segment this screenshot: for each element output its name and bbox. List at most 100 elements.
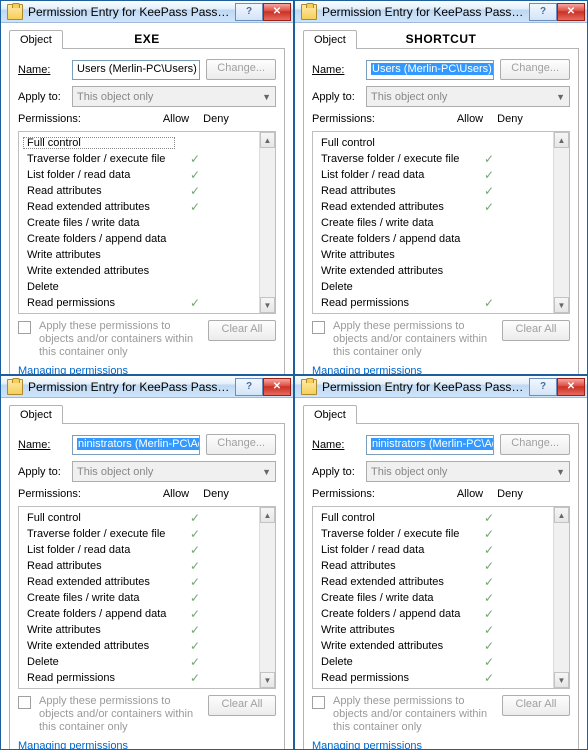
apply-to-dropdown[interactable]: This object only▼	[366, 86, 570, 107]
close-button[interactable]: ✕	[263, 378, 291, 396]
scrollbar[interactable]: ▲▼	[553, 132, 569, 313]
allow-checkbox[interactable]: ✓	[469, 511, 509, 525]
allow-checkbox[interactable]: ✓	[175, 200, 215, 214]
scroll-down-button[interactable]: ▼	[260, 297, 275, 313]
permissions-list: Full controlTraverse folder / execute fi…	[312, 131, 570, 314]
help-button[interactable]: ?	[529, 3, 557, 21]
allow-checkbox[interactable]: ✓	[175, 559, 215, 573]
scroll-up-button[interactable]: ▲	[260, 132, 275, 148]
name-input[interactable]: ninistrators (Merlin-PC\Administrators)	[366, 435, 494, 455]
allow-checkbox[interactable]: ✓	[469, 623, 509, 637]
allow-checkbox[interactable]: ✓	[469, 184, 509, 198]
allow-checkbox[interactable]: ✓	[469, 639, 509, 653]
object-panel: Name:Users (Merlin-PC\Users)Change...App…	[303, 49, 579, 375]
allow-checkbox[interactable]: ✓	[175, 671, 215, 685]
permission-name: Write extended attributes	[23, 640, 175, 652]
allow-checkbox[interactable]: ✓	[175, 511, 215, 525]
change-button[interactable]: Change...	[500, 434, 570, 455]
name-input[interactable]: Users (Merlin-PC\Users)	[72, 60, 200, 80]
allow-checkbox[interactable]: ✓	[469, 607, 509, 621]
close-button[interactable]: ✕	[263, 3, 291, 21]
titlebar[interactable]: Permission Entry for KeePass Password Sa…	[1, 376, 293, 398]
name-input[interactable]: Users (Merlin-PC\Users)	[366, 60, 494, 80]
allow-checkbox[interactable]: ✓	[175, 655, 215, 669]
name-input[interactable]: ninistrators (Merlin-PC\Administrators)	[72, 435, 200, 455]
allow-checkbox[interactable]: ✓	[175, 296, 215, 310]
titlebar[interactable]: Permission Entry for KeePass Password Sa…	[295, 1, 587, 23]
scrollbar[interactable]: ▲▼	[553, 507, 569, 688]
dialog-body: ObjectEXEName:Users (Merlin-PC\Users)Cha…	[1, 23, 293, 375]
allow-checkbox[interactable]: ✓	[469, 152, 509, 166]
permission-row: Write extended attributes	[317, 263, 549, 278]
clear-all-button[interactable]: Clear All	[502, 695, 570, 716]
allow-checkbox[interactable]: ✓	[175, 543, 215, 557]
permission-name: Read permissions	[23, 672, 175, 684]
allow-checkbox[interactable]: ✓	[175, 527, 215, 541]
tab-object[interactable]: Object	[303, 405, 357, 424]
managing-permissions-link[interactable]: Managing permissions	[312, 365, 422, 375]
scroll-up-button[interactable]: ▲	[260, 507, 275, 523]
allow-checkbox[interactable]: ✓	[469, 591, 509, 605]
scroll-down-button[interactable]: ▼	[554, 297, 569, 313]
scroll-up-button[interactable]: ▲	[554, 507, 569, 523]
deny-header: Deny	[490, 113, 530, 125]
allow-checkbox[interactable]: ✓	[469, 527, 509, 541]
titlebar[interactable]: Permission Entry for KeePass Password Sa…	[1, 1, 293, 23]
scroll-down-button[interactable]: ▼	[260, 672, 275, 688]
allow-checkbox[interactable]: ✓	[175, 152, 215, 166]
titlebar[interactable]: Permission Entry for KeePass Password Sa…	[295, 376, 587, 398]
change-button[interactable]: Change...	[206, 434, 276, 455]
clear-all-button[interactable]: Clear All	[208, 320, 276, 341]
clear-all-button[interactable]: Clear All	[502, 320, 570, 341]
apply-to-dropdown[interactable]: This object only▼	[366, 461, 570, 482]
close-button[interactable]: ✕	[557, 378, 585, 396]
scroll-down-button[interactable]: ▼	[554, 672, 569, 688]
allow-checkbox[interactable]: ✓	[469, 543, 509, 557]
scrollbar[interactable]: ▲▼	[259, 507, 275, 688]
managing-permissions-link[interactable]: Managing permissions	[18, 740, 128, 750]
allow-checkbox[interactable]: ✓	[175, 575, 215, 589]
permission-row: List folder / read data✓	[23, 542, 255, 557]
scroll-up-button[interactable]: ▲	[554, 132, 569, 148]
change-button[interactable]: Change...	[500, 59, 570, 80]
change-button[interactable]: Change...	[206, 59, 276, 80]
allow-checkbox[interactable]: ✓	[469, 296, 509, 310]
allow-checkbox[interactable]: ✓	[175, 591, 215, 605]
close-button[interactable]: ✕	[557, 3, 585, 21]
permission-row: List folder / read data✓	[317, 542, 549, 557]
clear-all-button[interactable]: Clear All	[208, 695, 276, 716]
allow-checkbox[interactable]: ✓	[469, 200, 509, 214]
allow-checkbox[interactable]: ✓	[175, 623, 215, 637]
allow-checkbox[interactable]: ✓	[175, 168, 215, 182]
scrollbar[interactable]: ▲▼	[259, 132, 275, 313]
allow-checkbox[interactable]: ✓	[469, 671, 509, 685]
allow-checkbox[interactable]: ✓	[469, 655, 509, 669]
permission-name: Full control	[317, 137, 469, 149]
allow-checkbox[interactable]: ✓	[175, 607, 215, 621]
help-button[interactable]: ?	[235, 378, 263, 396]
permission-row: Traverse folder / execute file✓	[23, 151, 255, 166]
tab-object[interactable]: Object	[9, 405, 63, 424]
apply-to-dropdown[interactable]: This object only▼	[72, 86, 276, 107]
permission-row: Read attributes✓	[317, 558, 549, 573]
permission-name: Write attributes	[317, 624, 469, 636]
allow-checkbox[interactable]: ✓	[175, 639, 215, 653]
allow-checkbox[interactable]: ✓	[469, 559, 509, 573]
allow-checkbox[interactable]: ✓	[469, 575, 509, 589]
managing-permissions-link[interactable]: Managing permissions	[312, 740, 422, 750]
apply-to-container-checkbox[interactable]	[312, 696, 325, 709]
name-value: Users (Merlin-PC\Users)	[371, 63, 493, 75]
apply-to-container-label: Apply these permissions to objects and/o…	[39, 320, 200, 359]
permission-name: Read permissions	[317, 672, 469, 684]
apply-to-container-checkbox[interactable]	[312, 321, 325, 334]
allow-checkbox[interactable]: ✓	[175, 184, 215, 198]
apply-to-container-checkbox[interactable]	[18, 696, 31, 709]
managing-permissions-link[interactable]: Managing permissions	[18, 365, 128, 375]
allow-checkbox[interactable]: ✓	[469, 168, 509, 182]
folder-icon	[7, 379, 23, 395]
apply-to-container-checkbox[interactable]	[18, 321, 31, 334]
allow-header: Allow	[450, 113, 490, 125]
help-button[interactable]: ?	[235, 3, 263, 21]
help-button[interactable]: ?	[529, 378, 557, 396]
apply-to-dropdown[interactable]: This object only▼	[72, 461, 276, 482]
